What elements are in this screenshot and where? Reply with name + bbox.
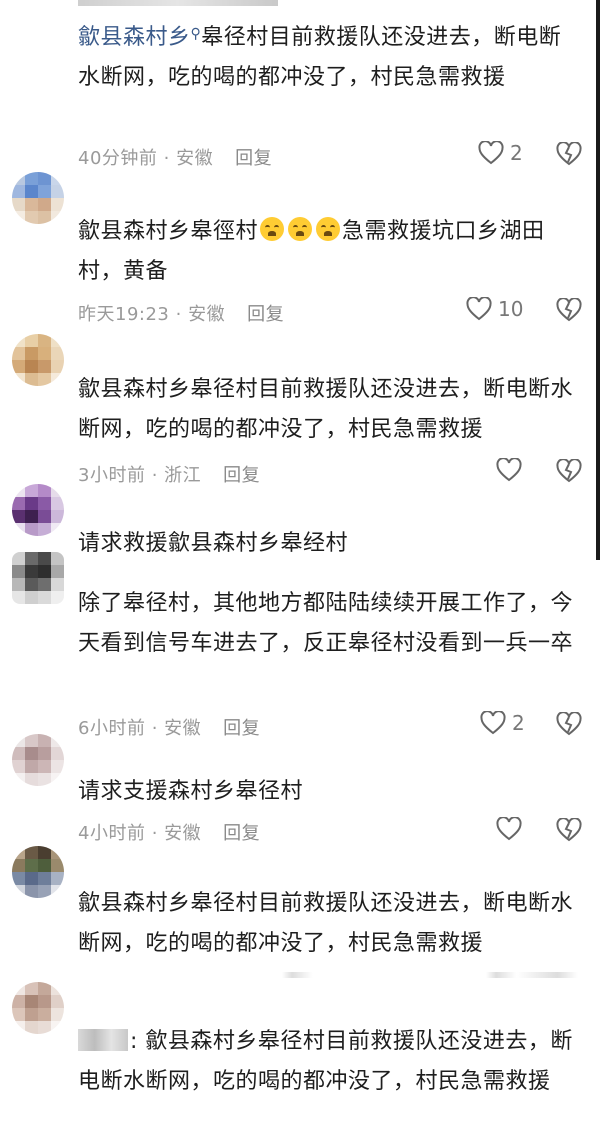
comment-text: 除了皋径村，其他地方都陆陆续续开展工作了，今天看到信号车进去了，反正皋径村没看到… [78,591,574,656]
avatar[interactable] [12,982,64,1034]
comment-text: 歙县森村乡⚲皋径村目前救援队还没进去，断电断水断网，吃的喝的都冲没了，村民急需救… [78,25,562,90]
comment-meta: 4小时前 · 安徽 回复 [78,823,261,844]
comment-text: 歙县森村乡皋径村目前救援队还没进去，断电断水断网，吃的喝的都冲没了，村民急需救援 [78,891,574,956]
heart-outline-icon [466,297,492,321]
avatar[interactable] [12,552,64,604]
like-count: 2 [510,141,523,165]
comment-meta: 昨天19:23 · 安徽 回复 [78,304,285,325]
reply-button[interactable]: 回复 [235,148,272,169]
truncated-username [78,0,278,6]
broken-heart-outline-icon[interactable] [556,459,582,483]
broken-heart-outline-icon[interactable] [556,712,582,736]
search-icon[interactable]: ⚲ [191,26,202,42]
like-count: 2 [512,711,525,735]
heart-outline-icon [478,141,504,165]
comment-text: 请求支援森村乡皋径村 [78,779,304,804]
comment-meta: 40分钟前 · 安徽 回复 [78,148,273,169]
like-button[interactable] [496,458,522,482]
crying-face-emoji [316,217,341,241]
crying-face-emoji [288,217,313,241]
like-button[interactable] [496,817,522,841]
comment-meta: 3小时前 · 浙江 回复 [78,465,261,486]
like-button[interactable]: 10 [466,297,523,321]
comment-text: 请求救援歙县森村乡皋经村 [78,531,349,556]
heart-outline-icon [480,711,506,735]
reply-button[interactable]: 回复 [223,823,260,844]
comment-text: 歙县森村乡皋徑村 急需救援坑口乡湖田村，黄备 [78,217,545,284]
broken-heart-outline-icon[interactable] [556,818,582,842]
avatar[interactable] [12,172,64,224]
broken-heart-outline-icon[interactable] [556,298,582,322]
cropped-meta-row [78,972,588,978]
avatar[interactable] [12,334,64,386]
like-button[interactable]: 2 [478,141,523,165]
crying-face-emoji [260,217,285,241]
blurred-username [78,1029,128,1051]
reply-button[interactable]: 回复 [223,718,260,739]
mention-link[interactable]: 歙县森村乡 [78,25,191,50]
comment-text: : 歙县森村乡皋径村目前救援队还没进去，断电断水断网，吃的喝的都冲没了，村民急需… [78,1029,573,1094]
comment-meta: 6小时前 · 安徽 回复 [78,718,261,739]
avatar[interactable] [12,484,64,536]
like-count: 10 [498,297,524,321]
avatar[interactable] [12,734,64,786]
avatar[interactable] [12,846,64,898]
heart-outline-icon [496,817,522,841]
reply-button[interactable]: 回复 [223,465,260,486]
comment-text: 歙县森村乡皋径村目前救援队还没进去，断电断水断网，吃的喝的都冲没了，村民急需救援 [78,377,574,442]
reply-button[interactable]: 回复 [247,304,284,325]
scroll-indicator[interactable] [596,0,600,560]
broken-heart-outline-icon[interactable] [556,142,582,166]
like-button[interactable]: 2 [480,711,525,735]
heart-outline-icon [496,458,522,482]
